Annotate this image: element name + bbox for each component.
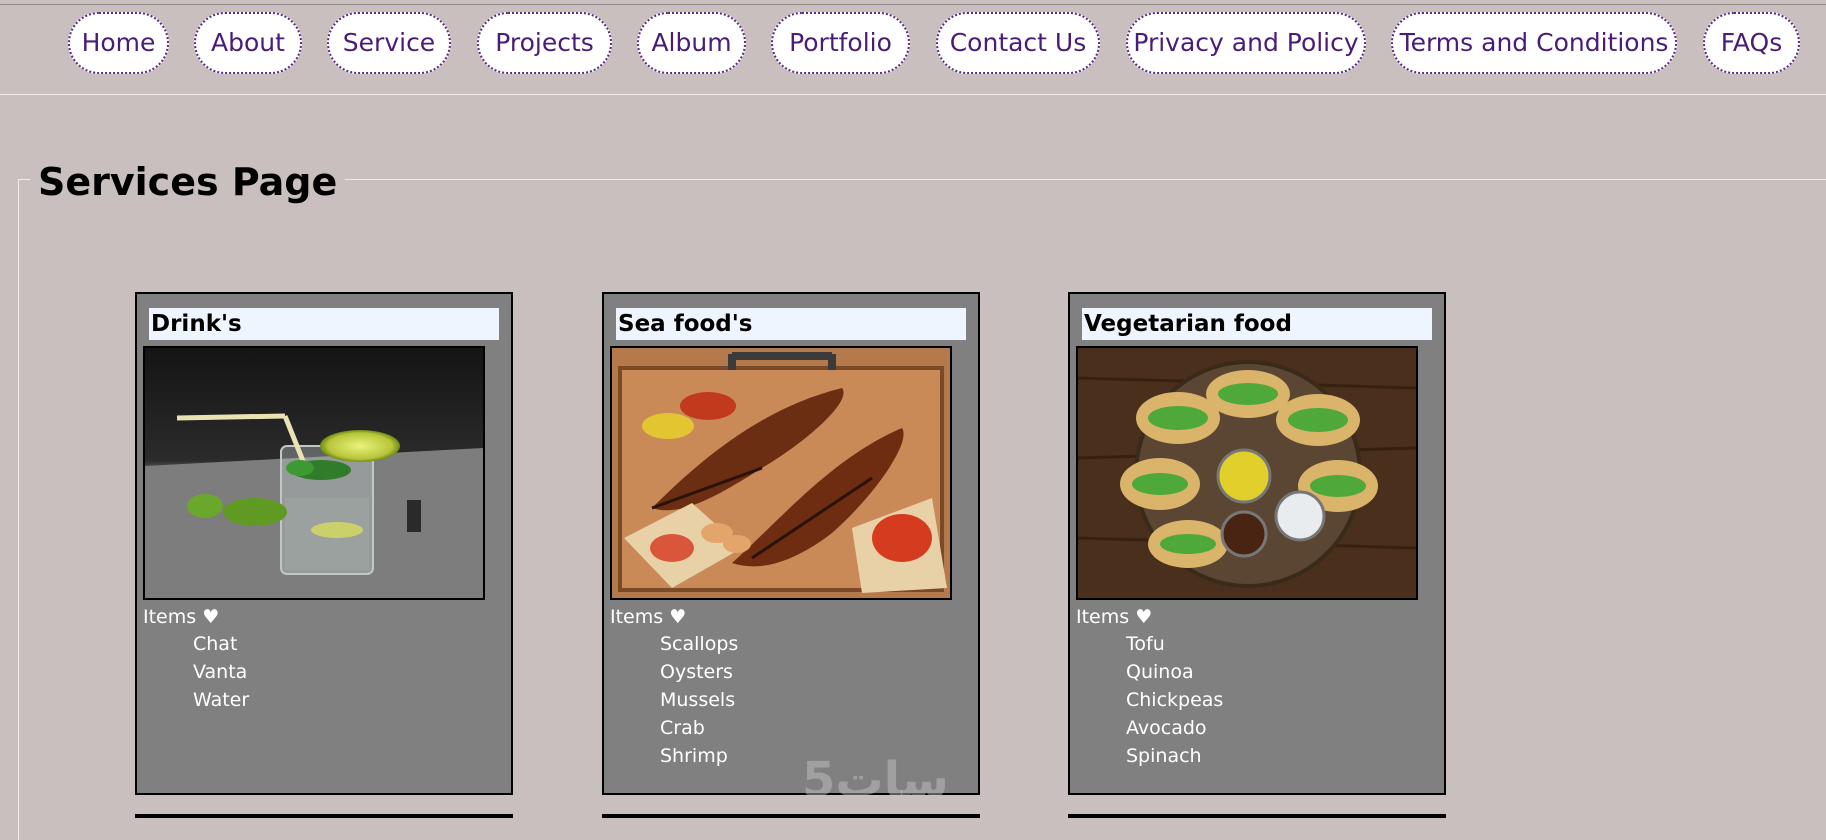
drink-image xyxy=(143,346,485,600)
list-item: Water xyxy=(193,689,250,711)
page-title: Services Page xyxy=(30,154,346,210)
card-title: Drink's xyxy=(149,308,499,340)
items-label: Items ♥ xyxy=(610,606,687,628)
watermark-logo: 5سات xyxy=(802,752,949,808)
card-title: Sea food's xyxy=(616,308,966,340)
service-card-drinks: Drink's Items ♥ Chat Vanta Water xyxy=(135,292,513,795)
list-item: Vanta xyxy=(193,661,248,683)
nav-privacy-policy[interactable]: Privacy and Policy xyxy=(1126,12,1366,74)
list-item: Scallops xyxy=(660,633,739,655)
next-card-edge xyxy=(1068,814,1446,818)
list-item: Mussels xyxy=(660,689,736,711)
next-card-edge xyxy=(602,814,980,818)
items-label: Items ♥ xyxy=(1076,606,1153,628)
list-item: Chat xyxy=(193,633,238,655)
list-item: Avocado xyxy=(1126,717,1207,739)
items-list: Tofu Quinoa Chickpeas Avocado Spinach xyxy=(1126,630,1223,770)
vegetarian-image xyxy=(1076,346,1418,600)
list-item: Chickpeas xyxy=(1126,689,1224,711)
list-item: Shrimp xyxy=(660,745,728,767)
items-list: Scallops Oysters Mussels Crab Shrimp xyxy=(660,630,738,770)
nav-about[interactable]: About xyxy=(194,12,302,74)
list-item: Oysters xyxy=(660,661,733,683)
nav-terms-conditions[interactable]: Terms and Conditions xyxy=(1391,12,1677,74)
main-nav: Home About Service Projects Album Portfo… xyxy=(0,0,1826,95)
nav-projects[interactable]: Projects xyxy=(477,12,612,74)
card-title: Vegetarian food xyxy=(1082,308,1432,340)
list-item: Tofu xyxy=(1126,633,1165,655)
nav-album[interactable]: Album xyxy=(637,12,746,74)
seafood-image xyxy=(610,346,952,600)
items-label: Items ♥ xyxy=(143,606,220,628)
service-card-seafood: Sea food's Items ♥ Scallops Oysters Muss… xyxy=(602,292,980,795)
next-card-edge xyxy=(135,814,513,818)
nav-home[interactable]: Home xyxy=(68,12,169,74)
list-item: Crab xyxy=(660,717,705,739)
nav-portfolio[interactable]: Portfolio xyxy=(771,12,910,74)
list-item: Spinach xyxy=(1126,745,1202,767)
items-list: Chat Vanta Water xyxy=(193,630,249,714)
nav-faqs[interactable]: FAQs xyxy=(1703,12,1800,74)
nav-contact-us[interactable]: Contact Us xyxy=(936,12,1100,74)
list-item: Quinoa xyxy=(1126,661,1194,683)
nav-service[interactable]: Service xyxy=(327,12,451,74)
service-card-vegetarian: Vegetarian food Items ♥ Tofu Quinoa Chic… xyxy=(1068,292,1446,795)
